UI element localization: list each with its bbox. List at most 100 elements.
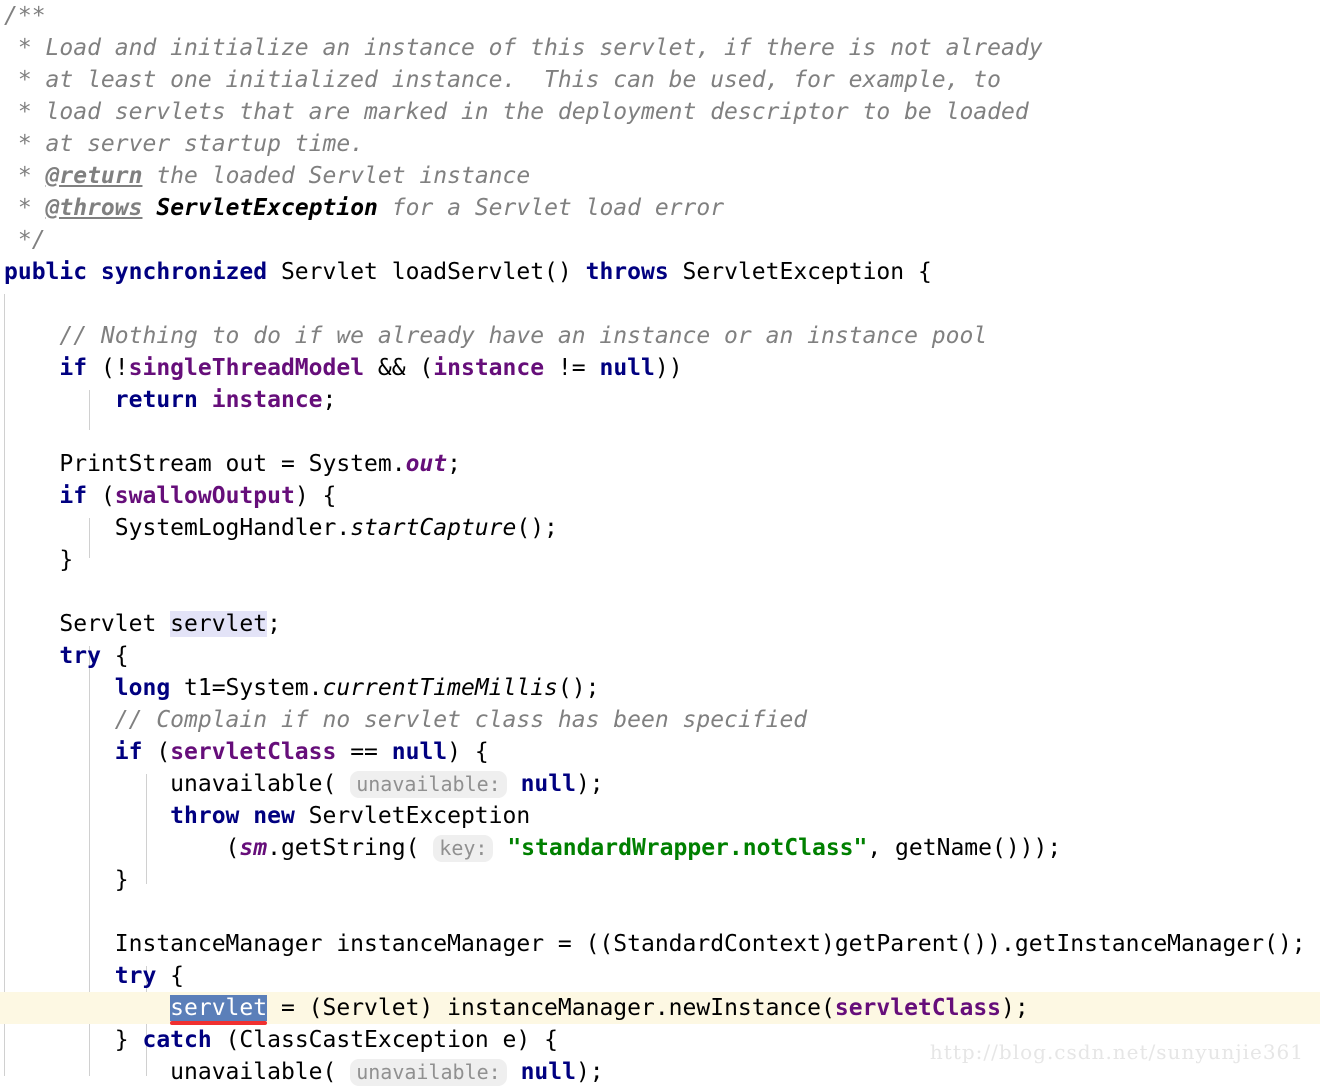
code-line[interactable]: throw new ServletException	[0, 800, 1320, 832]
code-token: instance	[433, 355, 545, 381]
code-token: servletClass	[834, 995, 1002, 1021]
code-line[interactable]: unavailable( unavailable: null);	[0, 768, 1320, 800]
code-line[interactable]: SystemLogHandler.startCapture();	[0, 512, 1320, 544]
code-line[interactable]: long t1=System.currentTimeMillis();	[0, 672, 1320, 704]
code-token: t1=System.	[170, 675, 323, 701]
code-token: *	[4, 163, 46, 189]
code-line[interactable]: // Nothing to do if we already have an i…	[0, 320, 1320, 352]
code-line[interactable]: /**	[0, 0, 1320, 32]
code-token: }	[4, 547, 74, 573]
code-token: null	[391, 739, 448, 765]
code-token: out	[405, 451, 448, 477]
code-token: singleThreadModel	[128, 355, 365, 381]
code-token: = (Servlet) instanceManager.newInstance(	[267, 995, 835, 1021]
code-token: }	[4, 1027, 143, 1053]
code-line[interactable]: * @throws ServletException for a Servlet…	[0, 192, 1320, 224]
parameter-hint: unavailable:	[350, 1059, 507, 1086]
parameter-hint: unavailable:	[350, 771, 507, 798]
code-token: public synchronized	[4, 259, 268, 285]
code-token: * at least one initialized instance. Thi…	[4, 67, 1001, 93]
code-token: );	[575, 1059, 604, 1085]
code-token: throws	[585, 259, 669, 285]
code-line[interactable]: Servlet servlet;	[0, 608, 1320, 640]
code-token: servletClass	[170, 739, 337, 765]
code-line[interactable]: (sm.getString( key: "standardWrapper.not…	[0, 832, 1320, 864]
code-line[interactable]: * @return the loaded Servlet instance	[0, 160, 1320, 192]
code-line[interactable]: try {	[0, 960, 1320, 992]
code-line[interactable]: InstanceManager instanceManager = ((Stan…	[0, 928, 1320, 960]
code-token: for a Servlet load error	[377, 195, 725, 221]
code-line[interactable]: // Complain if no servlet class has been…	[0, 704, 1320, 736]
code-token: instance	[211, 387, 323, 413]
code-area[interactable]: /** * Load and initialize an instance of…	[0, 0, 1320, 1088]
code-token: swallowOutput	[114, 483, 295, 509]
code-line[interactable]	[0, 576, 1320, 608]
code-line[interactable]: if (servletClass == null) {	[0, 736, 1320, 768]
code-line[interactable]: try {	[0, 640, 1320, 672]
code-token: Servlet loadServlet()	[267, 259, 586, 285]
code-line[interactable]: */	[0, 224, 1320, 256]
code-line[interactable]	[0, 896, 1320, 928]
code-token: sm	[239, 835, 268, 861]
code-token: ServletException {	[668, 259, 932, 285]
code-token: ();	[516, 515, 558, 541]
code-line[interactable]: * load servlets that are marked in the d…	[0, 96, 1320, 128]
occurrence-token: servlet	[170, 611, 268, 637]
code-line[interactable]: if (swallowOutput) {	[0, 480, 1320, 512]
code-token: {	[156, 963, 185, 989]
selected-token[interactable]: servlet	[170, 995, 268, 1025]
code-token: InstanceManager instanceManager = ((Stan…	[4, 931, 1306, 957]
code-token: the loaded Servlet instance	[142, 163, 531, 189]
code-token: ))	[654, 355, 683, 381]
code-line[interactable]: * at server startup time.	[0, 128, 1320, 160]
code-line[interactable]: }	[0, 864, 1320, 896]
code-token: ) {	[294, 483, 337, 509]
code-token: if	[59, 355, 88, 381]
code-token: ServletException	[294, 803, 531, 829]
watermark-url: http://blog.csdn.net/sunyunjie361	[929, 1040, 1304, 1064]
code-token: ServletException	[156, 195, 378, 221]
code-token: (	[142, 739, 171, 765]
code-token: * at server startup time.	[4, 131, 365, 157]
code-token: PrintStream out = System.	[4, 451, 406, 477]
code-editor[interactable]: /** * Load and initialize an instance of…	[0, 0, 1320, 1086]
code-line[interactable]	[0, 416, 1320, 448]
code-token: );	[1001, 995, 1029, 1021]
code-token: (ClassCastException e) {	[211, 1027, 558, 1053]
code-token: @throws	[45, 195, 143, 221]
code-token: currentTimeMillis	[322, 675, 558, 701]
code-token: * load servlets that are marked in the d…	[4, 99, 1029, 125]
code-line[interactable]: * Load and initialize an instance of thi…	[0, 32, 1320, 64]
code-token: // Complain if no servlet class has been…	[114, 707, 808, 733]
code-token: *	[4, 195, 46, 221]
code-token: .getString(	[267, 835, 420, 861]
code-line[interactable]: if (!singleThreadModel && (instance != n…	[0, 352, 1320, 384]
code-token: long	[114, 675, 171, 701]
code-line[interactable]: return instance;	[0, 384, 1320, 416]
code-token: throw new	[170, 803, 295, 829]
code-line[interactable]	[0, 288, 1320, 320]
code-token: "standardWrapper.notClass"	[507, 835, 868, 861]
code-token: ) {	[447, 739, 489, 765]
code-token: );	[575, 771, 604, 797]
code-line[interactable]: * at least one initialized instance. Thi…	[0, 64, 1320, 96]
code-line[interactable]: PrintStream out = System.out;	[0, 448, 1320, 480]
code-token: !=	[544, 355, 600, 381]
code-token: ;	[447, 451, 461, 477]
code-line[interactable]: }	[0, 544, 1320, 576]
code-line[interactable]: servlet = (Servlet) instanceManager.newI…	[0, 992, 1320, 1025]
code-line[interactable]: public synchronized Servlet loadServlet(…	[0, 256, 1320, 288]
code-token: null	[520, 1059, 576, 1085]
